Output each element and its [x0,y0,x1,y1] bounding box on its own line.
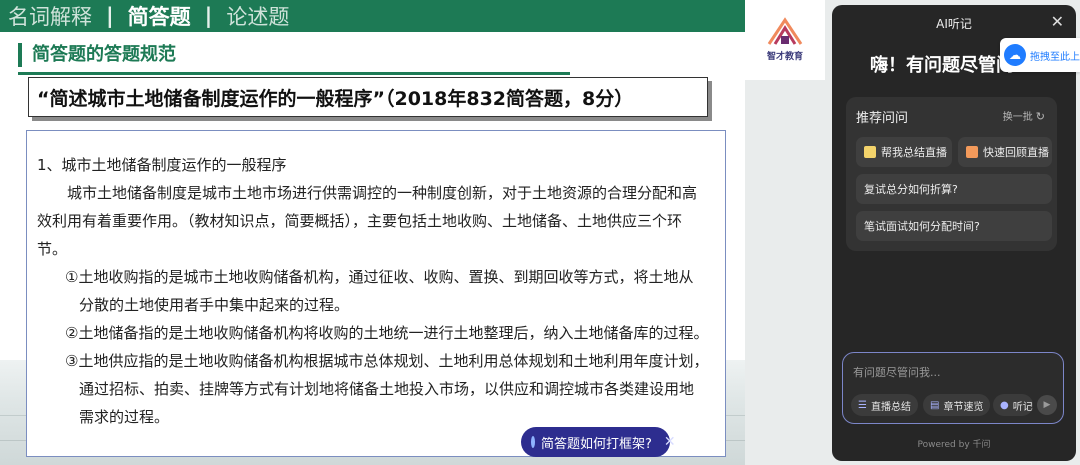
answer-content: 1、城市土地储备制度运作的一般程序 城市土地储备制度是城市土地市场进行供需调控的… [26,130,726,457]
nav-item-definitions: 名词解释 [8,5,92,29]
slide: 名词解释 | 简答题 | 论述题 简答题的答题规范 “简述城市土地储备制度运作的… [0,0,745,465]
suggestion-label: 快速回顾直播 [983,146,1049,159]
logo-text: 智才教育 [766,52,803,62]
quick-action-listen[interactable]: ● 听记 [993,394,1033,416]
chat-input-box: ☰ 直播总结 ▤ 章节速览 ● 听记 ▶ [842,352,1064,424]
drag-tip-label: 拖拽至此上 [1030,51,1080,63]
cloud-icon: ☁ [1004,44,1026,66]
suggested-question-chip[interactable]: 简答题如何打框架? ✕ [521,427,676,457]
nav-item-essay: 论述题 [226,5,290,29]
refresh-icon: ↻ [1035,110,1045,123]
quick-action-chapter-overview[interactable]: ▤ 章节速览 [923,394,991,416]
quick-action-label: 听记 [1012,401,1033,413]
powered-by: Powered by 千问 [917,440,991,450]
answer-item-acquisition: 分散的土地使用者手中集中起来的过程。 [79,296,350,314]
suggestion-summarize-live[interactable]: 帮我总结直播 [856,137,952,167]
title-divider [18,72,570,75]
chat-input[interactable] [853,363,1053,381]
suggested-question-label: 简答题如何打框架? [541,436,652,452]
send-button[interactable]: ▶ [1037,395,1057,415]
refresh-button[interactable]: 换一批 ↻ [1003,108,1045,123]
answer-item-supply: ③土地供应指的是土地收购储备机构根据城市总体规划、土地利用总体规划和土地利用年度… [65,352,709,370]
mic-icon: ● [1000,399,1009,411]
answer-paragraph: 节。 [37,240,68,258]
nav-item-short-answer: 简答题 [127,5,191,29]
quick-action-label: 直播总结 [870,401,911,413]
suggestion-score-conversion[interactable]: 复试总分如何折算? [856,174,1052,204]
close-icon[interactable]: ✕ [664,434,676,450]
question-box: “简述城市土地储备制度运作的一般程序”（2018年832简答题，8分） [28,77,708,117]
panel-title: AI听记 [936,17,972,31]
recommendation-heading: 推荐问问 [856,111,909,126]
close-icon[interactable]: ✕ [1051,12,1064,31]
suggestion-label: 帮我总结直播 [881,146,947,159]
note-icon [864,146,876,158]
logo-icon [767,17,803,45]
refresh-label: 换一批 [1002,112,1033,123]
slide-nav-bar: 名词解释 | 简答题 | 论述题 [0,0,745,32]
quick-action-label: 章节速览 [943,401,984,413]
brand-logo: 智才教育 [745,0,825,80]
answer-item-acquisition: ①土地收购指的是城市土地收购储备机构，通过征收、收购、置换、到期回收等方式，将土… [65,268,694,286]
ai-assistant-panel: AI听记 ✕ 嗨！有问题尽管问 推荐问问 换一批 ↻ 帮我总结直播 快速回顾直播 … [832,5,1076,461]
answer-paragraph: 效利用有着重要作用。（教材知识点，简要概括），主要包括土地收购、土地储备、土地供… [37,212,683,230]
answer-item-supply: 通过招标、拍卖、挂牌等方式有计划地将储备土地投入市场，以供应和调控城市各类建设用… [79,380,695,398]
nav-separator: | [204,4,213,28]
book-icon: ▤ [930,399,940,411]
suggestion-label: 复试总分如何折算? [864,183,958,196]
rocket-icon [966,146,978,158]
drag-drop-tip[interactable]: ☁ 拖拽至此上 [1000,38,1080,72]
list-icon: ☰ [858,399,867,411]
greeting-text: 嗨！有问题尽管问 [870,55,1014,76]
suggestion-label: 笔试面试如何分配时间? [864,220,980,233]
quick-action-live-summary[interactable]: ☰ 直播总结 [851,394,918,416]
section-title: 简答题的答题规范 [18,43,176,67]
answer-paragraph: 城市土地储备制度是城市土地市场进行供需调控的一种制度创新，对于土地资源的合理分配… [67,184,698,202]
nav-separator: | [106,4,114,28]
spark-icon [531,436,535,448]
recommendation-card: 推荐问问 换一批 ↻ 帮我总结直播 快速回顾直播 复试总分如何折算? 笔试面试如何… [846,97,1057,251]
send-icon: ▶ [1043,400,1051,410]
suggestion-review-live[interactable]: 快速回顾直播 [958,137,1052,167]
answer-item-reserve: ②土地储备指的是土地收购储备机构将收购的土地统一进行土地整理后，纳入土地储备库的… [65,324,709,342]
suggestion-time-allocation[interactable]: 笔试面试如何分配时间? [856,211,1052,241]
answer-heading: 1、城市土地储备制度运作的一般程序 [37,156,287,174]
